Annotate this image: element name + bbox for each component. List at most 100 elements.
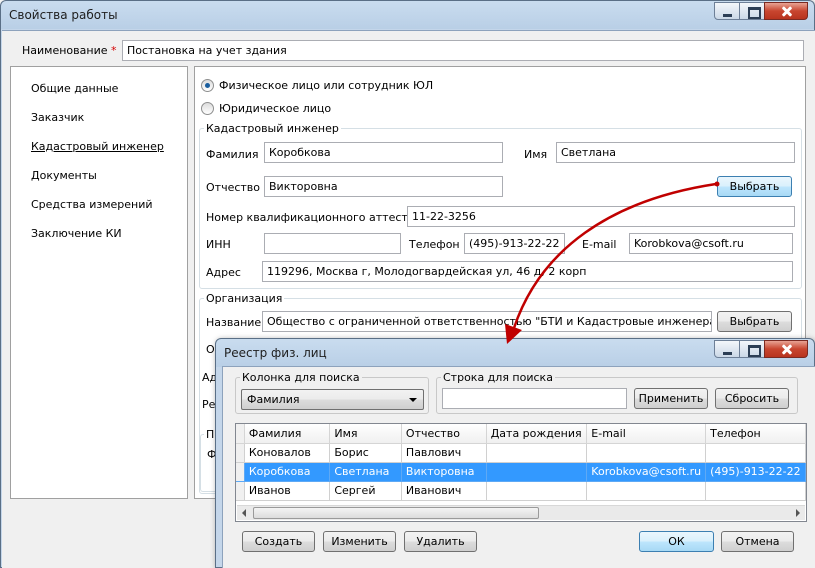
minimize-icon[interactable] (714, 2, 740, 20)
column-header-birthdate[interactable]: Дата рождения (486, 424, 588, 444)
cell-birthdate (486, 481, 588, 501)
cell-surname: Коновалов (244, 443, 331, 463)
email-label: E-mail (582, 238, 617, 251)
row-header[interactable] (236, 462, 245, 482)
grid-header-row: Фамилия Имя Отчество Дата рождения E-mai… (236, 424, 806, 444)
chevron-down-icon (409, 398, 417, 402)
cell-birthdate (486, 443, 588, 463)
cell-phone: (495)-913-22-22 (705, 462, 806, 482)
edit-button[interactable]: Изменить (323, 531, 396, 552)
grid-horizontal-scrollbar[interactable] (237, 505, 805, 520)
first-name-label: Имя (524, 148, 548, 161)
radio-legal[interactable] (201, 102, 214, 115)
cell-patronymic: Иванович (401, 481, 487, 501)
radio-person[interactable] (201, 79, 214, 92)
org-group-label: Организация (204, 292, 285, 305)
table-row[interactable]: Коновалов Борис Павлович (236, 443, 806, 463)
name-field[interactable]: Постановка на учет здания (122, 40, 804, 61)
cell-name: Борис (329, 443, 402, 463)
nav-item-customer[interactable]: Заказчик (31, 111, 84, 124)
dialog-titlebar[interactable]: Реестр физ. лиц (216, 339, 814, 367)
cell-patronymic: Павлович (401, 443, 487, 463)
select-engineer-button[interactable]: Выбрать (717, 176, 792, 197)
delete-button[interactable]: Удалить (404, 531, 477, 552)
select-org-button[interactable]: Выбрать (717, 311, 792, 332)
inn-field[interactable] (264, 233, 401, 254)
certificate-label: Номер квалификационного аттестата (206, 211, 428, 224)
nav-item-documents[interactable]: Документы (31, 169, 97, 182)
column-header-patronymic[interactable]: Отчество (401, 424, 487, 444)
cancel-button[interactable]: Отмена (721, 531, 794, 552)
inn-label: ИНН (206, 238, 231, 251)
cell-email (586, 481, 707, 501)
certificate-field[interactable]: 11-22-3256 (407, 206, 795, 227)
dialog-title: Реестр физ. лиц (224, 346, 327, 360)
main-window-controls (714, 2, 808, 20)
phone-label: Телефон (409, 238, 460, 251)
address-field[interactable]: 119296, Москва г, Молодогвардейская ул, … (262, 261, 793, 282)
search-column-combo[interactable]: Фамилия (241, 389, 424, 410)
nav-item-general[interactable]: Общие данные (31, 82, 118, 95)
scroll-thumb[interactable] (253, 507, 539, 519)
name-label: Наименование * (22, 44, 116, 57)
org-hidden-label-3: Ре (202, 398, 216, 411)
required-marker: * (110, 44, 117, 57)
grid-corner (236, 424, 245, 444)
engineer-group-label: Кадастровый инженер (204, 122, 341, 135)
reset-button[interactable]: Сбросить (715, 388, 789, 409)
row-header[interactable] (236, 443, 245, 463)
cell-name: Светлана (329, 462, 402, 482)
nav-item-cadastral-engineer[interactable]: Кадастровый инженер (31, 140, 164, 153)
search-string-field[interactable] (442, 388, 627, 409)
dialog-close-icon[interactable] (764, 340, 808, 358)
create-button[interactable]: Создать (242, 531, 315, 552)
cell-surname: Коробкова (244, 462, 331, 482)
cell-name: Сергей (329, 481, 402, 501)
radio-person-label[interactable]: Физическое лицо или сотрудник ЮЛ (219, 79, 433, 92)
persons-table: Фамилия Имя Отчество Дата рождения E-mai… (236, 424, 806, 501)
first-name-field[interactable]: Светлана (556, 142, 795, 163)
name-label-text: Наименование (22, 44, 108, 57)
surname-field[interactable]: Коробкова (264, 142, 503, 163)
column-header-email[interactable]: E-mail (586, 424, 707, 444)
table-row[interactable]: Иванов Сергей Иванович (236, 481, 806, 501)
maximize-icon[interactable] (739, 2, 765, 20)
table-row-selected[interactable]: Коробкова Светлана Викторовна Korobkova@… (236, 462, 806, 482)
cell-phone (705, 443, 806, 463)
patronymic-field[interactable]: Викторовна (264, 176, 503, 197)
close-icon[interactable] (764, 2, 808, 20)
main-titlebar[interactable]: Свойства работы (1, 1, 814, 29)
phone-field[interactable]: (495)-913-22-22 (464, 233, 565, 254)
nav-panel (10, 66, 188, 499)
radio-legal-label[interactable]: Юридическое лицо (219, 102, 331, 115)
surname-label: Фамилия (206, 148, 259, 161)
cell-email (586, 443, 707, 463)
dialog-minimize-icon[interactable] (714, 340, 740, 358)
org-name-field[interactable]: Общество с ограниченной ответственностью… (262, 311, 712, 332)
dialog-maximize-icon[interactable] (739, 340, 765, 358)
row-header[interactable] (236, 481, 245, 501)
cell-patronymic: Викторовна (401, 462, 487, 482)
address-label: Адрес (206, 266, 241, 279)
ok-button[interactable]: ОК (639, 531, 714, 552)
nav-item-measuring-tools[interactable]: Средства измерений (31, 198, 153, 211)
apply-button[interactable]: Применить (634, 388, 708, 409)
patronymic-label: Отчество (206, 181, 261, 194)
nav-item-conclusion[interactable]: Заключение КИ (31, 227, 122, 240)
column-header-surname[interactable]: Фамилия (244, 424, 331, 444)
column-header-phone[interactable]: Телефон (705, 424, 806, 444)
search-column-value: Фамилия (247, 393, 300, 406)
email-field[interactable]: Korobkova@csoft.ru (629, 233, 793, 254)
persons-grid[interactable]: Фамилия Имя Отчество Дата рождения E-mai… (235, 423, 807, 522)
main-window-title: Свойства работы (9, 8, 118, 22)
search-column-label: Колонка для поиска (240, 371, 362, 384)
scroll-right-icon[interactable] (796, 509, 800, 517)
cell-surname: Иванов (244, 481, 331, 501)
org-hidden-label-1: О (206, 343, 215, 356)
column-header-name[interactable]: Имя (329, 424, 402, 444)
scroll-left-icon[interactable] (242, 509, 246, 517)
dialog-window-controls (714, 340, 808, 358)
cell-birthdate (486, 462, 588, 482)
cell-phone (705, 481, 806, 501)
search-string-label: Строка для поиска (441, 371, 555, 384)
